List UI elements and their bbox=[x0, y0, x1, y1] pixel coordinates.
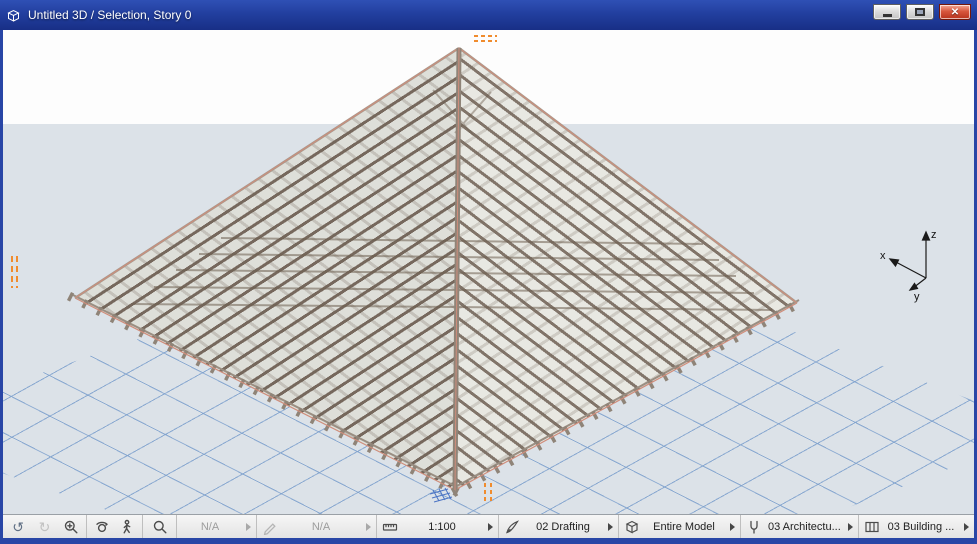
axis-indicator: z x y bbox=[880, 229, 937, 303]
maximize-button[interactable] bbox=[906, 4, 934, 20]
pencil-icon bbox=[262, 519, 278, 535]
section-marker-top bbox=[474, 36, 497, 41]
status-segment-model-filter[interactable]: Entire Model bbox=[619, 515, 741, 538]
flyout-arrow-icon bbox=[730, 523, 735, 531]
status-segment-scale[interactable]: 1:100 bbox=[377, 515, 499, 538]
axis-label-y: y bbox=[914, 291, 920, 303]
apex-braces bbox=[433, 90, 491, 135]
segment-label: N/A bbox=[182, 521, 238, 533]
status-segment-na-2[interactable]: N/A bbox=[257, 515, 377, 538]
zoom-icon[interactable] bbox=[152, 519, 168, 535]
quill-pen-icon bbox=[504, 519, 520, 535]
origin-grid-icon bbox=[430, 488, 452, 502]
explore-walk-icon[interactable] bbox=[119, 519, 135, 535]
fork-icon bbox=[746, 519, 762, 535]
orbit-icon[interactable] bbox=[94, 519, 110, 535]
eave-right bbox=[453, 300, 803, 493]
window-title: Untitled 3D / Selection, Story 0 bbox=[28, 8, 873, 22]
flyout-arrow-icon bbox=[964, 523, 969, 531]
axis-label-z: z bbox=[931, 229, 937, 241]
close-button[interactable]: ✕ bbox=[939, 4, 971, 20]
flyout-arrow-icon bbox=[366, 523, 371, 531]
status-segment-layer-combination[interactable]: 02 Drafting bbox=[499, 515, 619, 538]
flyout-arrow-icon bbox=[848, 523, 853, 531]
zoom-group bbox=[143, 515, 177, 538]
flyout-arrow-icon bbox=[608, 523, 613, 531]
flyout-arrow-icon bbox=[488, 523, 493, 531]
eave-left bbox=[69, 295, 459, 493]
flyout-arrow-icon bbox=[246, 523, 251, 531]
minimize-icon bbox=[883, 14, 892, 17]
minimize-button[interactable] bbox=[873, 4, 901, 20]
hip-edges bbox=[75, 48, 797, 490]
pen-set-icon bbox=[864, 519, 880, 535]
segment-label: N/A bbox=[284, 521, 358, 533]
segment-label: 03 Architectu... bbox=[768, 521, 840, 533]
segment-label: 02 Drafting bbox=[526, 521, 600, 533]
previous-view-icon[interactable]: ↺ bbox=[10, 519, 26, 535]
section-marker-left bbox=[12, 256, 17, 288]
status-segment-pen-set[interactable]: 03 Building ... bbox=[859, 515, 974, 538]
model-overlay: z x y bbox=[3, 30, 974, 514]
axis-label-x: x bbox=[880, 250, 886, 262]
cube-icon bbox=[624, 519, 640, 535]
zoom-in-icon[interactable] bbox=[63, 519, 79, 535]
window-menu-icon[interactable] bbox=[6, 7, 22, 23]
view-history-group: ↺ ↻ bbox=[3, 515, 87, 538]
segment-label: 03 Building ... bbox=[886, 521, 956, 533]
segment-label: 1:100 bbox=[404, 521, 480, 533]
segment-label: Entire Model bbox=[646, 521, 722, 533]
status-segment-dimension-style[interactable]: 03 Architectu... bbox=[741, 515, 859, 538]
ruler-icon bbox=[382, 519, 398, 535]
statusbar: ↺ ↻ bbox=[3, 514, 974, 538]
status-segment-na-1[interactable]: N/A bbox=[177, 515, 257, 538]
maximize-icon bbox=[915, 8, 925, 16]
app-window: Untitled 3D / Selection, Story 0 ✕ bbox=[0, 0, 977, 544]
section-marker-bottom bbox=[485, 483, 491, 501]
next-view-icon[interactable]: ↻ bbox=[36, 519, 52, 535]
ceiling-joists bbox=[132, 238, 772, 310]
titlebar[interactable]: Untitled 3D / Selection, Story 0 ✕ bbox=[0, 0, 977, 30]
3d-viewport[interactable]: z x y bbox=[3, 30, 974, 514]
navigation-group bbox=[87, 515, 143, 538]
